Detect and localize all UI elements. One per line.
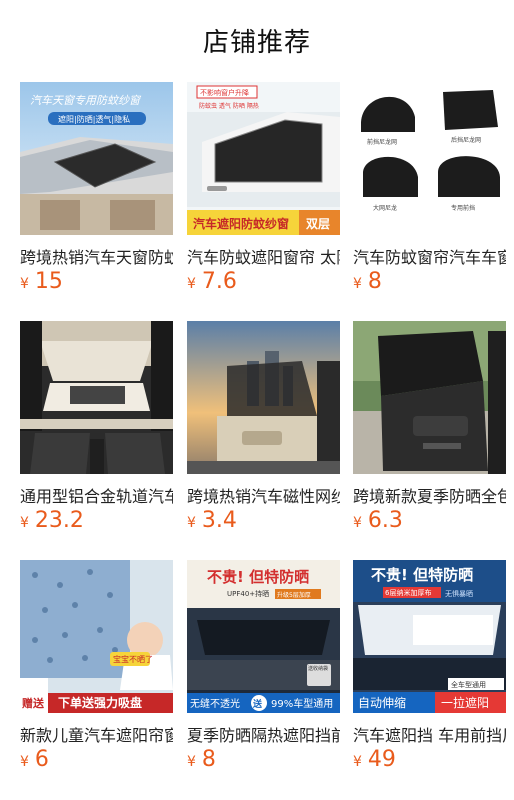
currency-symbol: ¥ — [20, 515, 29, 531]
product-name[interactable]: 夏季防晒隔热遮阳挡前挡 — [187, 722, 340, 746]
image-label: 前挡尼龙网 — [367, 138, 397, 146]
image-banner: 自动伸缩 — [358, 695, 406, 710]
price-value: 8 — [367, 269, 382, 294]
image-banner: 一拉遮阳 — [441, 695, 489, 710]
currency-symbol: ¥ — [353, 515, 362, 531]
currency-symbol: ¥ — [187, 754, 196, 770]
product-price: ¥6 — [20, 747, 49, 772]
image-tag: 宝宝不晒了 — [113, 654, 153, 664]
image-banner: 99%车型通用 — [271, 697, 333, 710]
product-card[interactable]: 跨境新款夏季防晒全包遮阳帘 ¥6.3 — [353, 321, 506, 541]
image-caption: 不贵! 但特防晒 — [371, 566, 473, 584]
image-subcaption: 无惧暴晒 — [445, 589, 473, 598]
product-name[interactable]: 新款儿童汽车遮阳帘窗帘 — [20, 722, 173, 746]
price-value: 3.4 — [201, 508, 237, 533]
image-subcaption: UPF40+持晒 — [227, 589, 269, 598]
product-card[interactable]: 通用型铝合金轨道汽车窗帘 ¥23.2 — [20, 321, 173, 541]
product-name[interactable]: 通用型铝合金轨道汽车窗帘 — [20, 483, 173, 507]
product-card[interactable]: 汽车天窗专用防蚊纱窗 遮阳|防晒|透气|隐私 跨境热销汽车天窗防蚊纱窗 ¥15 — [20, 82, 173, 302]
image-banner: 下单送强力吸盘 — [58, 695, 142, 710]
image-label: 后挡尼龙网 — [451, 136, 481, 144]
product-card[interactable]: 宝宝不晒了 赠送 下单送强力吸盘 新款儿童汽车遮阳帘窗帘 ¥6 — [20, 560, 173, 780]
price-value: 15 — [34, 269, 63, 294]
price-value: 49 — [367, 747, 396, 772]
product-image[interactable]: 不贵! 但特防晒 6层纳米加厚布 无惧暴晒 全车型通用 自动伸缩 一拉遮阳 — [353, 560, 506, 713]
product-image[interactable]: 宝宝不晒了 赠送 下单送强力吸盘 — [20, 560, 173, 713]
product-price: ¥49 — [353, 747, 396, 772]
page-title: 店铺推荐 — [202, 28, 311, 58]
product-card[interactable]: 不影响窗户升降 防蚊虫 透气 防晒 隔热 汽车遮阳防蚊纱窗 双层 汽车防蚊遮阳窗… — [187, 82, 340, 302]
image-tag: 全车型通用 — [451, 680, 486, 689]
image-label: 送 — [252, 698, 263, 710]
product-price: ¥6.3 — [353, 508, 403, 533]
currency-symbol: ¥ — [187, 276, 196, 292]
product-image[interactable]: 汽车天窗专用防蚊纱窗 遮阳|防晒|透气|隐私 — [20, 82, 173, 235]
product-image[interactable]: 前挡尼龙网 后挡尼龙网 大网尼龙 专用前挡 — [353, 82, 506, 235]
currency-symbol: ¥ — [20, 276, 29, 292]
product-price: ¥23.2 — [20, 508, 84, 533]
product-card[interactable]: 跨境热销汽车磁性网纱窗帘 ¥3.4 — [187, 321, 340, 541]
image-subcaption: 遮阳|防晒|透气|隐私 — [58, 114, 130, 124]
image-caption: 不影响窗户升降 — [200, 88, 249, 97]
image-subcaption: 防蚊虫 透气 防晒 隔热 — [199, 102, 259, 110]
product-name[interactable]: 汽车防蚊遮阳窗帘 太阳挡 — [187, 244, 340, 268]
price-value: 7.6 — [201, 269, 237, 294]
image-banner: 汽车遮阳防蚊纱窗 — [193, 216, 289, 231]
price-value: 23.2 — [34, 508, 84, 533]
image-label: 送收纳袋 — [308, 665, 328, 672]
image-tag: 双层 — [306, 217, 330, 231]
product-image[interactable] — [20, 321, 173, 474]
product-image[interactable]: 不影响窗户升降 防蚊虫 透气 防晒 隔热 汽车遮阳防蚊纱窗 双层 — [187, 82, 340, 235]
product-image[interactable] — [353, 321, 506, 474]
product-card[interactable]: 前挡尼龙网 后挡尼龙网 大网尼龙 专用前挡 汽车防蚊窗帘汽车车窗纱网 ¥8 — [353, 82, 506, 302]
image-label: 赠送 — [22, 696, 45, 710]
product-name[interactable]: 跨境热销汽车磁性网纱窗帘 — [187, 483, 340, 507]
image-label: 专用前挡 — [451, 204, 475, 212]
price-value: 6.3 — [367, 508, 403, 533]
image-caption: 汽车天窗专用防蚊纱窗 — [30, 94, 142, 107]
product-price: ¥15 — [20, 269, 63, 294]
product-card[interactable]: 不贵! 但特防晒 6层纳米加厚布 无惧暴晒 全车型通用 自动伸缩 一拉遮阳 汽车… — [353, 560, 506, 780]
image-subcaption: 6层纳米加厚布 — [385, 588, 431, 597]
product-image[interactable]: 不贵! 但特防晒 UPF40+持晒 升级5层加厚 送收纳袋 无缝不透光 送 99… — [187, 560, 340, 713]
product-name[interactable]: 跨境热销汽车天窗防蚊纱窗 — [20, 244, 173, 268]
image-banner: 无缝不透光 — [190, 697, 240, 710]
product-image[interactable] — [187, 321, 340, 474]
product-card[interactable]: 不贵! 但特防晒 UPF40+持晒 升级5层加厚 送收纳袋 无缝不透光 送 99… — [187, 560, 340, 780]
product-name[interactable]: 汽车防蚊窗帘汽车车窗纱网 — [353, 244, 506, 268]
product-name[interactable]: 汽车遮阳挡 车用前挡风玻璃 — [353, 722, 506, 746]
currency-symbol: ¥ — [353, 276, 362, 292]
product-price: ¥8 — [353, 269, 382, 294]
product-name[interactable]: 跨境新款夏季防晒全包遮阳帘 — [353, 483, 506, 507]
image-label: 大网尼龙 — [373, 204, 397, 212]
product-price: ¥3.4 — [187, 508, 237, 533]
currency-symbol: ¥ — [20, 754, 29, 770]
currency-symbol: ¥ — [353, 754, 362, 770]
image-caption: 不贵! 但特防晒 — [207, 568, 309, 586]
price-value: 6 — [34, 747, 49, 772]
image-subcaption: 升级5层加厚 — [277, 591, 311, 599]
product-price: ¥7.6 — [187, 269, 237, 294]
product-price: ¥8 — [187, 747, 216, 772]
currency-symbol: ¥ — [187, 515, 196, 531]
price-value: 8 — [201, 747, 216, 772]
